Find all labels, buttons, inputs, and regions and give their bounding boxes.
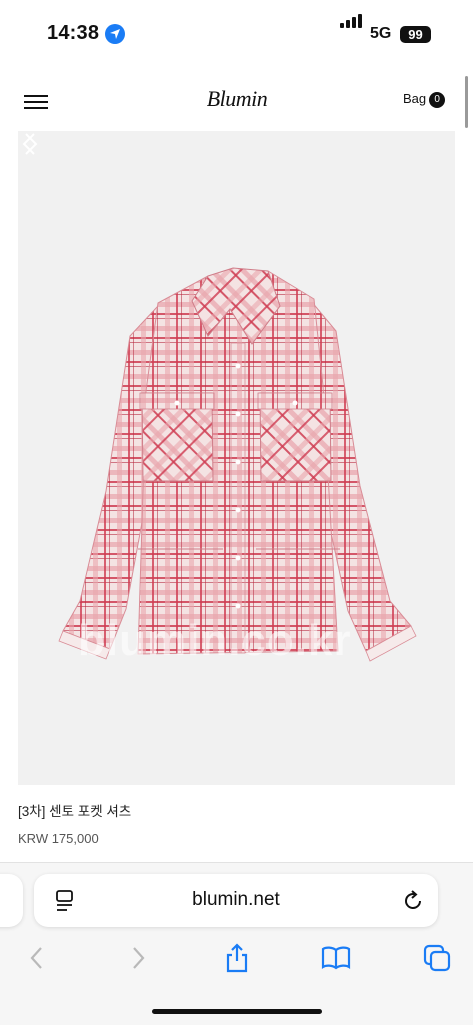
product-price: KRW 175,000 [18,831,99,846]
battery-icon: 99 [400,26,431,43]
image-watermark: blumin.co.kr [78,616,352,665]
bookmarks-icon[interactable] [320,942,352,974]
page-scrollbar[interactable] [465,76,468,128]
status-time: 14:38 [47,22,100,44]
back-icon[interactable] [22,942,54,974]
site-header: Blumin Bag 0 [0,80,473,120]
reload-icon[interactable] [401,889,425,913]
forward-icon[interactable] [122,942,154,974]
tabs-icon[interactable] [421,942,453,974]
share-icon[interactable] [221,942,253,974]
network-type: 5G [370,25,392,42]
chevron-right-icon[interactable] [18,131,42,157]
product-name[interactable]: [3차] 센토 포켓 셔츠 [18,800,131,820]
menu-icon[interactable] [24,95,48,109]
plaid-shirt-image [58,267,417,662]
url-text[interactable]: blumin.net [34,889,438,911]
bag-count-badge: 0 [429,92,446,108]
previous-tab-preview[interactable] [0,874,23,927]
product-image[interactable]: blumin.co.kr [18,131,455,785]
site-logo[interactable]: Blumin [200,86,274,112]
bag-button[interactable]: Bag 0 [403,91,446,108]
location-arrow-icon [105,24,125,44]
status-bar: 14:38 5G 99 [0,0,473,70]
bag-label: Bag [403,91,427,106]
home-indicator[interactable] [152,1009,322,1014]
browser-bottom-bar: blumin.net [0,862,473,1025]
address-bar[interactable]: blumin.net [34,874,438,927]
